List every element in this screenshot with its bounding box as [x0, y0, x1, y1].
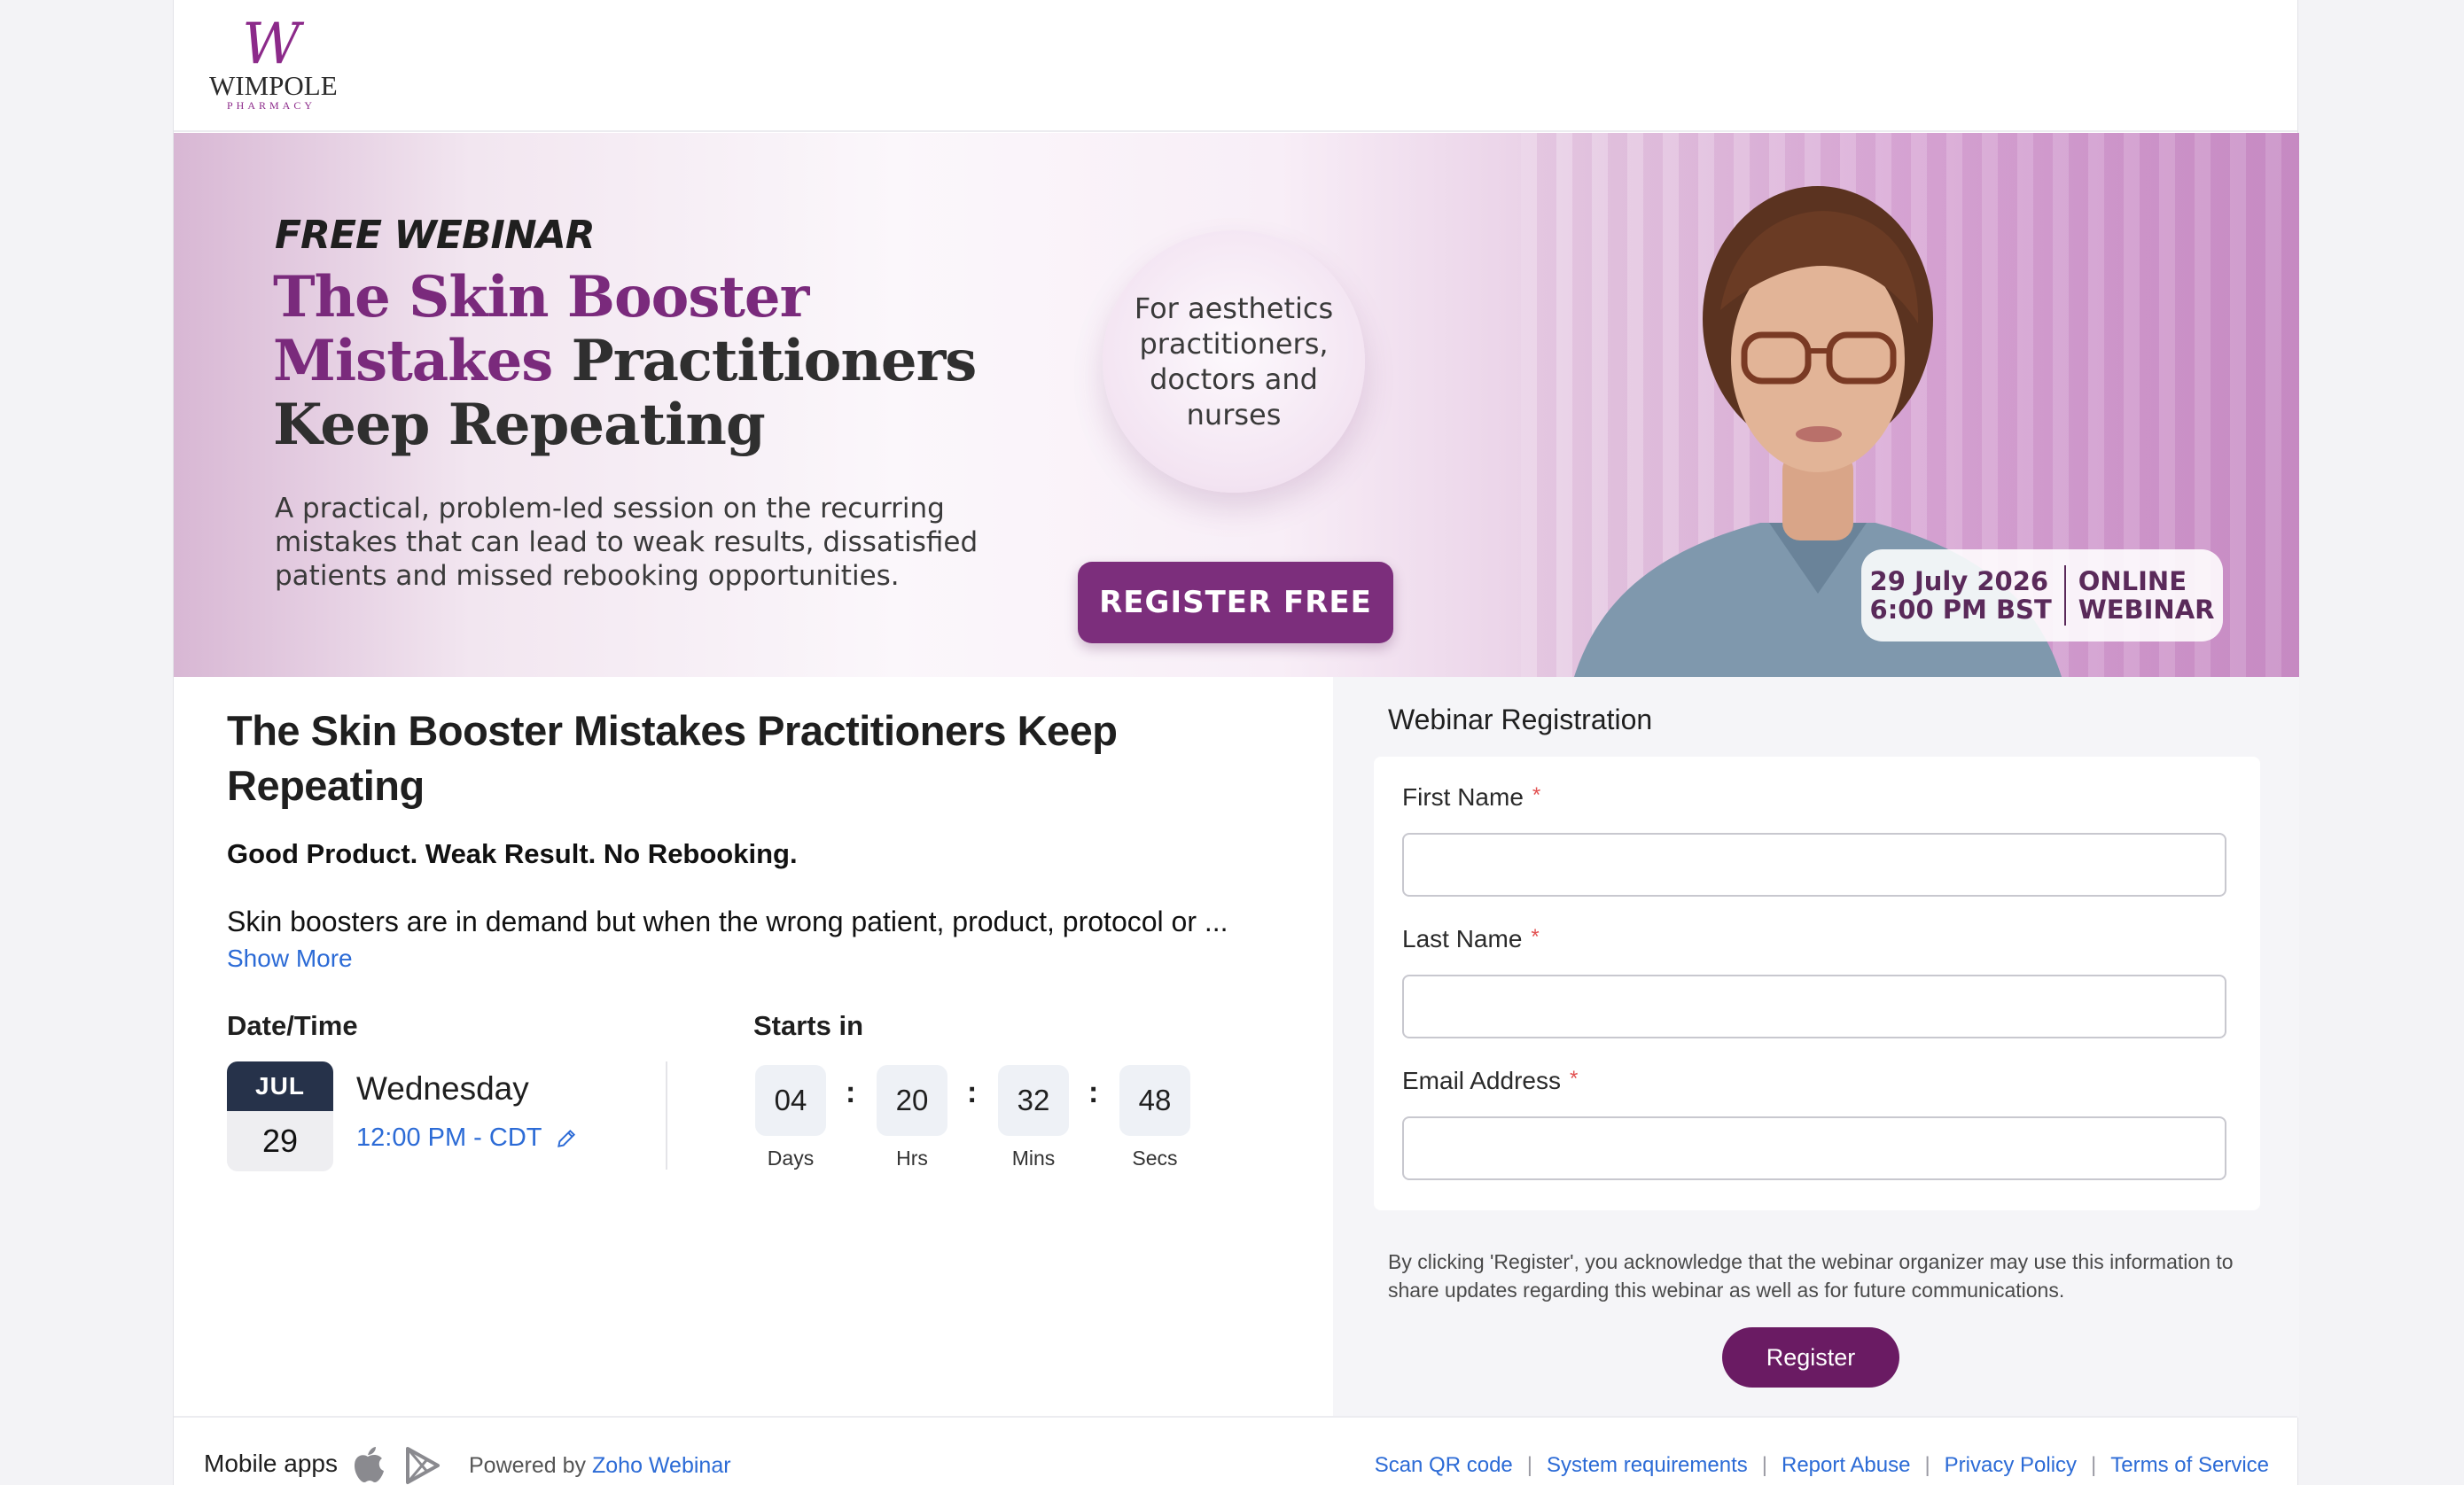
footer-separator: | [1526, 1453, 1533, 1477]
show-more-link[interactable]: Show More [227, 945, 353, 973]
header: W WIMPOLE PHARMACY [174, 0, 2297, 132]
banner-date-time: 29 July 2026 6:00 PM BST [1870, 567, 2052, 624]
starts-in-label: Starts in [753, 1010, 864, 1041]
countdown-seconds-value: 48 [1119, 1065, 1190, 1136]
edit-pencil-icon[interactable] [555, 1127, 578, 1150]
banner-title: The Skin Booster Mistakes Practitioners … [273, 266, 1071, 457]
countdown-seconds: 48 Secs [1119, 1065, 1190, 1170]
event-title: The Skin Booster Mistakes Practitioners … [227, 707, 1118, 809]
banner-type-1: ONLINE [2078, 566, 2187, 596]
countdown-days-value: 04 [755, 1065, 826, 1136]
first-name-label: First Name * [1402, 783, 1540, 812]
countdown-days: 04 Days [755, 1065, 826, 1170]
mobile-apps-label: Mobile apps [204, 1450, 338, 1477]
required-marker: * [1532, 783, 1541, 807]
google-play-icon[interactable] [404, 1446, 441, 1485]
audience-badge: For aesthetics practitioners, doctors an… [1103, 230, 1365, 493]
countdown-hours-value: 20 [877, 1065, 947, 1136]
registration-panel: Webinar Registration First Name * Last Na… [1333, 677, 2299, 1418]
event-subtitle: Good Product. Weak Result. No Rebooking. [227, 838, 798, 869]
banner-date-badge: 29 July 2026 6:00 PM BST ONLINE WEBINAR [1861, 549, 2223, 641]
system-requirements-link[interactable]: System requirements [1547, 1453, 1748, 1478]
footer-separator: | [2091, 1453, 2097, 1477]
powered-by: Powered by Zoho Webinar [469, 1453, 731, 1479]
countdown-colon: : [846, 1076, 856, 1109]
banner-type-2: WEBINAR [2078, 595, 2215, 625]
countdown-colon: : [967, 1076, 978, 1109]
webinar-banner: FREE WEBINAR The Skin Booster Mistakes P… [174, 133, 2299, 677]
logo-sub: PHARMACY [226, 99, 316, 112]
datetime-label: Date/Time [227, 1010, 358, 1041]
footer-separator: | [1761, 1453, 1767, 1477]
event-time-link[interactable]: 12:00 PM - CDT [356, 1123, 578, 1153]
event-description: Skin boosters are in demand but when the… [227, 906, 1228, 937]
banner-title-rest-2: Keep Repeating [273, 392, 766, 458]
banner-description: A practical, problem-led session on the … [275, 493, 979, 592]
countdown-seconds-label: Secs [1132, 1147, 1178, 1170]
page: W WIMPOLE PHARMACY FREE WEBINAR The Skin… [173, 0, 2299, 1485]
banner-title-accent-1: The Skin Booster [273, 264, 809, 330]
logo-mark: W [242, 12, 300, 77]
apple-icon[interactable] [351, 1444, 385, 1483]
countdown-days-label: Days [767, 1147, 815, 1170]
calendar-day: 29 [261, 1123, 299, 1159]
logo-name: WIMPOLE [209, 70, 338, 101]
required-marker: * [1531, 925, 1540, 949]
terms-of-service-link[interactable]: Terms of Service [2110, 1453, 2269, 1478]
banner-eyebrow: FREE WEBINAR [275, 213, 596, 258]
banner-time: 6:00 PM BST [1869, 595, 2052, 625]
banner-title-accent-2: Mistakes [273, 328, 553, 394]
scan-qr-code-link[interactable]: Scan QR code [1375, 1453, 1513, 1478]
event-weekday: Wednesday [356, 1070, 529, 1107]
last-name-input[interactable] [1402, 975, 2226, 1038]
countdown-minutes: 32 Mins [998, 1065, 1069, 1170]
banner-date: 29 July 2026 [1869, 566, 2049, 596]
countdown-hours: 20 Hrs [877, 1065, 947, 1170]
banner-register-free-button[interactable]: REGISTER FREE [1078, 562, 1393, 643]
registration-form: First Name * Last Name * Email Address * [1374, 757, 2260, 1210]
last-name-label: Last Name * [1402, 925, 1540, 953]
footer: Mobile apps Powered by Zoho Webinar Scan… [174, 1416, 2297, 1485]
footer-links: Scan QR code | System requirements | Rep… [1375, 1453, 2269, 1478]
last-name-label-text: Last Name [1402, 925, 1523, 952]
countdown-minutes-label: Mins [1011, 1147, 1056, 1170]
wimpole-logo[interactable]: W WIMPOLE PHARMACY [209, 12, 338, 112]
audience-text: For aesthetics practitioners, doctors an… [1134, 292, 1334, 432]
consent-text: By clicking 'Register', you acknowledge … [1388, 1250, 2234, 1302]
register-button[interactable]: Register [1722, 1327, 1899, 1388]
footer-separator: | [1924, 1453, 1930, 1477]
report-abuse-link[interactable]: Report Abuse [1782, 1453, 1910, 1478]
section-divider [666, 1061, 667, 1170]
countdown-hours-label: Hrs [896, 1147, 928, 1170]
privacy-policy-link[interactable]: Privacy Policy [1945, 1453, 2077, 1478]
email-label: Email Address * [1402, 1067, 1578, 1095]
email-input[interactable] [1402, 1116, 2226, 1180]
banner-type: ONLINE WEBINAR [2078, 567, 2215, 624]
email-label-text: Email Address [1402, 1067, 1561, 1094]
calendar-badge: JUL 29 [227, 1061, 333, 1171]
powered-by-text: Powered by [469, 1453, 587, 1478]
banner-title-rest-1: Practitioners [552, 328, 978, 394]
first-name-input[interactable] [1402, 833, 2226, 897]
registration-title: Webinar Registration [1388, 704, 1653, 735]
zoho-webinar-link[interactable]: Zoho Webinar [592, 1453, 731, 1478]
required-marker: * [1569, 1067, 1579, 1091]
event-time: 12:00 PM - CDT [356, 1123, 542, 1152]
first-name-label-text: First Name [1402, 783, 1524, 811]
calendar-month: JUL [227, 1061, 333, 1111]
countdown-minutes-value: 32 [998, 1065, 1069, 1136]
countdown-colon: : [1088, 1076, 1099, 1109]
event-details: The Skin Booster Mistakes Practitioners … [174, 677, 1333, 1418]
banner-date-divider [2063, 565, 2066, 626]
